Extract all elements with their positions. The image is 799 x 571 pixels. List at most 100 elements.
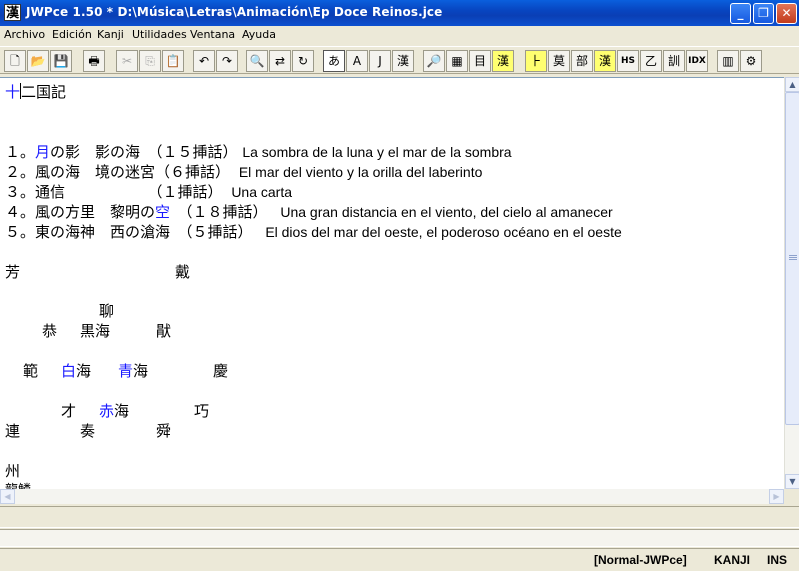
- index-button[interactable]: IDX: [686, 50, 708, 72]
- scroll-right-icon[interactable]: ▶: [769, 489, 784, 504]
- scroll-down-icon[interactable]: ▼: [785, 474, 799, 489]
- episode-line-2: ２。風の海 境の迷宮（６挿話） El mar del viento y la o…: [5, 161, 482, 182]
- status-input-mode: KANJI: [714, 553, 751, 567]
- menu-edicion[interactable]: Edición: [52, 28, 92, 41]
- cut-icon[interactable]: ✂: [116, 50, 138, 72]
- menu-archivo[interactable]: Archivo: [4, 28, 45, 41]
- episode-title-es: Una carta: [231, 184, 293, 200]
- kanji-mode-button[interactable]: 漢: [392, 50, 414, 72]
- scroll-thumb[interactable]: [785, 92, 799, 425]
- map-blue-label: 青: [118, 362, 134, 380]
- save-icon[interactable]: 💾: [50, 50, 72, 72]
- kana-mode-button[interactable]: あ: [323, 50, 345, 72]
- minimize-button[interactable]: _: [730, 3, 751, 24]
- map-kingdom-kou: 巧: [194, 402, 210, 420]
- reading-lookup-icon[interactable]: 訓: [663, 50, 685, 72]
- restore-button[interactable]: ❐: [753, 3, 774, 24]
- search-icon[interactable]: 🔍: [246, 50, 268, 72]
- episode-title-es: Una gran distancia en el viento, del cie…: [280, 204, 613, 220]
- map-kingdom-en: 猒: [156, 322, 172, 340]
- map-kingdom-han: 範: [23, 362, 39, 380]
- text-editor[interactable]: 十二国記 １。月の影 影の海 （１５挿話） La sombra de la lu…: [0, 77, 784, 489]
- info-pane-lower: [0, 529, 799, 547]
- grip-line: [789, 259, 797, 260]
- radical-lookup-icon[interactable]: ⺊: [525, 50, 547, 72]
- menu-utilidades[interactable]: Utilidades: [132, 28, 187, 41]
- new-file-icon[interactable]: 🗋: [4, 50, 26, 72]
- map-kingdom-kei: 慶: [213, 362, 229, 380]
- kanji-lookup-icon[interactable]: 漢: [594, 50, 616, 72]
- grid-kanji-icon[interactable]: ▦: [446, 50, 468, 72]
- redo-icon[interactable]: ↷: [216, 50, 238, 72]
- episode-title-highlight: 空: [155, 203, 171, 221]
- episode-title-ja: 東の海神 西の滄海 （５挿話）: [35, 223, 253, 241]
- document-heading: 十二国記: [5, 81, 66, 102]
- map-kingdom-ren: 連: [5, 422, 21, 440]
- episode-title-es: La sombra de la luna y el mar de la somb…: [242, 144, 512, 160]
- jascii-mode-button[interactable]: J: [369, 50, 391, 72]
- episode-number: ２。: [5, 163, 36, 181]
- copy-icon[interactable]: ⎘: [139, 50, 161, 72]
- map-white-label: 白: [61, 362, 77, 380]
- heading-char-highlight: 十: [5, 83, 21, 101]
- grip-line: [789, 257, 797, 258]
- map-black-sea: 黒海: [80, 322, 111, 340]
- episode-line-5: ５。東の海神 西の滄海 （５挿話） El dios del mar del oe…: [5, 221, 622, 242]
- ascii-mode-button[interactable]: A: [346, 50, 368, 72]
- map-red-label: 赤: [99, 402, 115, 420]
- stroke-count-icon[interactable]: 乙: [640, 50, 662, 72]
- menu-ventana[interactable]: Ventana: [190, 28, 235, 41]
- open-folder-icon[interactable]: 📂: [27, 50, 49, 72]
- window-title: JWPce 1.50 * D:\Música\Letras\Animación\…: [26, 5, 443, 19]
- settings-icon[interactable]: ⚙: [740, 50, 762, 72]
- menu-kanji[interactable]: Kanji: [97, 28, 124, 41]
- episode-number: ５。: [5, 223, 36, 241]
- episode-title-ja: 風の方里 黎明の: [35, 203, 156, 221]
- kanji-info-icon[interactable]: 目: [469, 50, 491, 72]
- replace-icon[interactable]: ⇄: [269, 50, 291, 72]
- status-mode: [Normal-JWPce]: [594, 553, 687, 567]
- toolbar: 🗋 📂 💾 🖶 ✂ ⎘ 📋 ↶ ↷ 🔍 ⇄ ↻ あ A J 漢 🔎 ▦ 目 漢 …: [0, 46, 799, 74]
- grip-line: [789, 255, 797, 256]
- heading-text: 二国記: [21, 83, 67, 101]
- episode-line-4: ４。風の方里 黎明の空 （１８挿話） Una gran distancia en…: [5, 201, 613, 222]
- map-partial-line: 龍鱗: [5, 479, 31, 489]
- title-bar[interactable]: 漢 JWPce 1.50 * D:\Música\Letras\Animació…: [0, 0, 799, 26]
- bushu-lookup-icon[interactable]: 莫: [548, 50, 570, 72]
- episode-title-highlight: 月: [35, 143, 51, 161]
- map-kingdom-ryuu: 聊: [99, 302, 115, 320]
- map-blue-sea: 青海: [118, 360, 148, 381]
- episode-title-es: El dios del mar del oeste, el poderoso o…: [265, 224, 622, 240]
- menu-bar: Archivo Edición Kanji Utilidades Ventana…: [0, 26, 799, 44]
- main-window: 漢 JWPce 1.50 * D:\Música\Letras\Animació…: [0, 0, 799, 571]
- map-red-sea: 赤海: [99, 400, 129, 421]
- episode-title-ja-rest: （１８挿話）: [170, 203, 268, 221]
- menu-ayuda[interactable]: Ayuda: [242, 28, 276, 41]
- episode-title-ja: の影 影の海 （１５挿話）: [50, 143, 238, 161]
- episode-title-ja: 通信 （１挿話）: [35, 183, 223, 201]
- status-insert-mode: INS: [767, 553, 788, 567]
- scroll-up-icon[interactable]: ▲: [785, 77, 799, 92]
- app-icon[interactable]: 漢: [4, 4, 21, 21]
- radical-index-icon[interactable]: 部: [571, 50, 593, 72]
- close-button[interactable]: ✕: [776, 3, 797, 24]
- table-icon[interactable]: ▥: [717, 50, 739, 72]
- hs-button[interactable]: HS: [617, 50, 639, 72]
- vertical-scrollbar[interactable]: ▲ ▼: [784, 77, 799, 489]
- undo-icon[interactable]: ↶: [193, 50, 215, 72]
- scroll-corner: [784, 489, 799, 504]
- kanji-convert-icon[interactable]: 漢: [492, 50, 514, 72]
- search-next-icon[interactable]: ↻: [292, 50, 314, 72]
- scroll-left-icon[interactable]: ◀: [0, 489, 15, 504]
- map-white-sea: 白海: [61, 360, 91, 381]
- episode-number: ３。: [5, 183, 36, 201]
- dictionary-icon[interactable]: 🔎: [423, 50, 445, 72]
- map-sea-label: 海: [114, 402, 130, 420]
- print-icon[interactable]: 🖶: [83, 50, 105, 72]
- info-pane-upper: [0, 506, 799, 528]
- map-kingdom-shun: 舜: [156, 422, 172, 440]
- map-kingdom-sou: 奏: [80, 422, 96, 440]
- paste-icon[interactable]: 📋: [162, 50, 184, 72]
- map-sea-label: 海: [76, 362, 92, 380]
- horizontal-scrollbar[interactable]: ◀ ▶: [0, 489, 784, 504]
